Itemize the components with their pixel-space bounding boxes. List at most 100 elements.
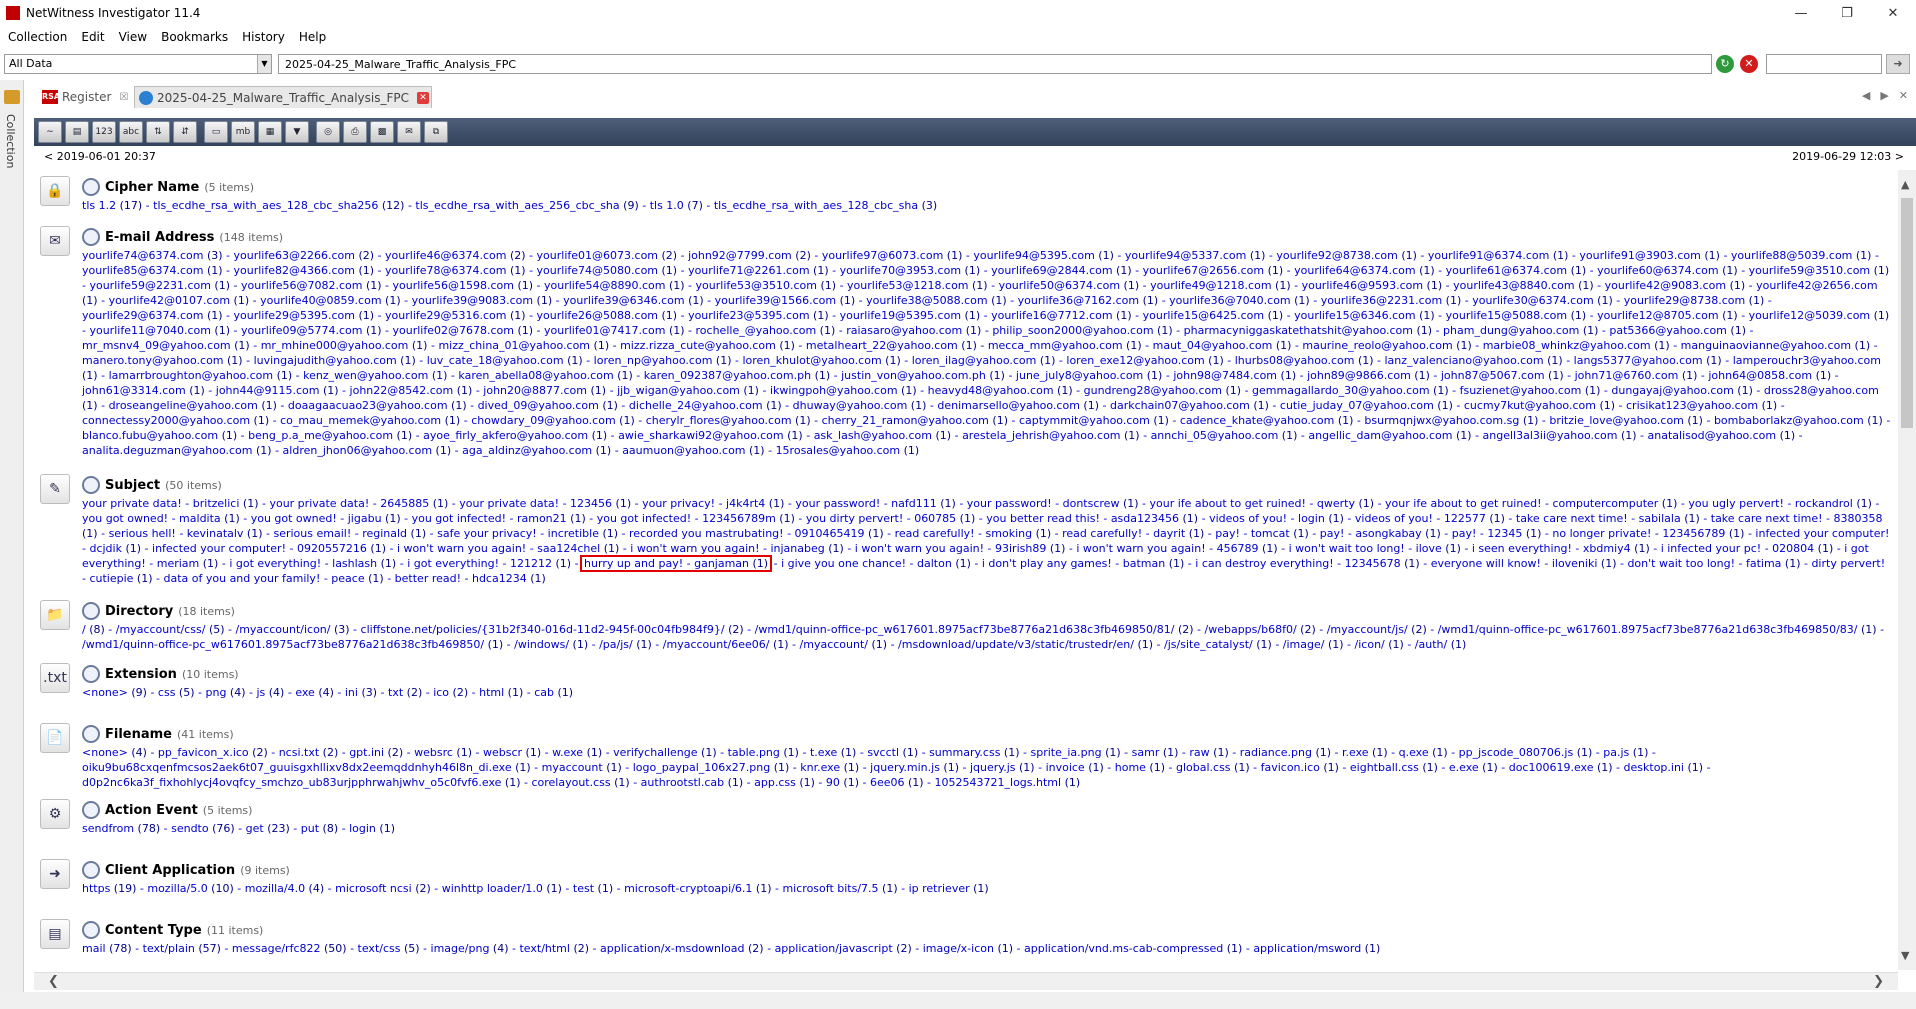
text-icon[interactable]: abc: [119, 121, 143, 143]
meta-value[interactable]: hurry up and pay! - ganjaman (1): [580, 555, 773, 572]
meta-value-text[interactable]: read carefully! - dayrit: [1062, 527, 1185, 540]
meta-value-text[interactable]: doaagaacuao23@yahoo.com: [288, 399, 448, 412]
meta-value-text[interactable]: microsoft bits/7.5: [782, 882, 878, 895]
meta-value[interactable]: yourlife69@2844.com (1): [991, 264, 1132, 277]
meta-value-text[interactable]: serious email! - reginald: [273, 527, 407, 540]
meta-value-text[interactable]: cadence_khate@yahoo.com: [1180, 414, 1334, 427]
meta-value[interactable]: yourlife74@5080.com (1): [537, 264, 678, 277]
meta-value-text[interactable]: mr_mhine000@yahoo.com: [261, 339, 409, 352]
meta-value[interactable]: mozilla/5.0 (10): [147, 882, 233, 895]
meta-value-text[interactable]: your privacy! - j4k4rt4: [642, 497, 765, 510]
meta-value[interactable]: get (23): [246, 822, 290, 835]
meta-value-text[interactable]: john98@7484.com: [1173, 369, 1277, 382]
section-header[interactable]: Directory (18 items): [82, 602, 235, 620]
meta-value-text[interactable]: /wmd1/quinn-office-pc_w617601.8975acf73b…: [82, 638, 484, 651]
meta-value-text[interactable]: table.png: [728, 746, 780, 759]
meta-value[interactable]: take care next time! - sabilala (1): [1516, 512, 1700, 525]
meta-value-text[interactable]: /myaccount/6ee06/: [663, 638, 770, 651]
meta-value-text[interactable]: ask_lash@yahoo.com: [814, 429, 932, 442]
meta-value[interactable]: pharmacyniggaskatethatshit@yahoo.com (1): [1184, 324, 1432, 337]
meta-value-text[interactable]: dhuway@yahoo.com: [793, 399, 908, 412]
meta-value[interactable]: yourlife60@6374.com (1): [1597, 264, 1738, 277]
meta-value[interactable]: cab (1): [534, 686, 573, 699]
meta-value-text[interactable]: you got infected! - 123456789m: [597, 512, 776, 525]
meta-value[interactable]: svcctl (1): [867, 746, 918, 759]
meta-value-text[interactable]: /windows/: [514, 638, 569, 651]
meta-value-text[interactable]: take care next time! - sabilala: [1516, 512, 1681, 525]
meta-value-text[interactable]: ncsi.txt: [279, 746, 319, 759]
meta-value[interactable]: your password! - nafd111 (1): [795, 497, 955, 510]
export-icon[interactable]: ✉: [397, 121, 421, 143]
meta-value[interactable]: eightball.css (1): [1350, 761, 1438, 774]
meta-value[interactable]: john22@8542.com (1): [350, 384, 473, 397]
meta-value-text[interactable]: yourlife85@6374.com: [82, 264, 203, 277]
meta-value-text[interactable]: jquery.js: [970, 761, 1016, 774]
meta-value-text[interactable]: lhurbs08@yahoo.com: [1235, 354, 1355, 367]
meta-value-text[interactable]: yourlife36@2231.com: [1321, 294, 1442, 307]
magnify-icon[interactable]: [82, 921, 100, 939]
meta-value-text[interactable]: dross28@yahoo.com: [1764, 384, 1879, 397]
menu-collection[interactable]: Collection: [8, 30, 67, 44]
meta-value-text[interactable]: i can destroy everything! - 12345678: [1195, 557, 1400, 570]
meta-value-text[interactable]: kenz_wen@yahoo.com: [303, 369, 428, 382]
meta-value[interactable]: raw (1): [1189, 746, 1228, 759]
meta-value-text[interactable]: yourlife67@2656.com: [1143, 264, 1264, 277]
meta-value-text[interactable]: exe: [295, 686, 315, 699]
meta-value[interactable]: /myaccount/css/ (5): [116, 623, 225, 636]
meta-value-text[interactable]: text/plain: [143, 942, 195, 955]
meta-value-text[interactable]: i infected your pc! - 020804: [1661, 542, 1814, 555]
meta-value-text[interactable]: aga_aldinz@yahoo.com: [462, 444, 592, 457]
horizontal-scrollbar[interactable]: ❮ ❯: [34, 972, 1898, 990]
meta-value-text[interactable]: oiku9bu68cxqenfmcsos2aek6t07_guuisgxhlli…: [82, 761, 512, 774]
sidebar-label[interactable]: Collection: [4, 114, 17, 168]
numeric-icon[interactable]: 123: [92, 121, 116, 143]
meta-value-text[interactable]: yourlife11@7040.com: [89, 324, 210, 337]
meta-value[interactable]: cutie_juday_07@yahoo.com (1): [1280, 399, 1453, 412]
meta-value[interactable]: app.css (1): [754, 776, 815, 789]
section-header[interactable]: Action Event (5 items): [82, 801, 252, 819]
meta-value-text[interactable]: john71@6760.com: [1575, 369, 1679, 382]
meta-value-text[interactable]: webscr: [483, 746, 522, 759]
meta-value-text[interactable]: global.css: [1176, 761, 1231, 774]
meta-value-text[interactable]: yourlife59@2231.com: [89, 279, 210, 292]
meta-value[interactable]: john98@7484.com (1): [1173, 369, 1296, 382]
meta-value[interactable]: 90 (1): [826, 776, 859, 789]
meta-value-text[interactable]: your password! - nafd111: [795, 497, 936, 510]
meta-value-text[interactable]: serious hell! - kevinatalv: [109, 527, 244, 540]
meta-value[interactable]: videos of you! - login (1): [1209, 512, 1344, 525]
meta-value-text[interactable]: put: [301, 822, 319, 835]
meta-value[interactable]: your ife about to get ruined! - computer…: [1385, 497, 1677, 510]
meta-value-text[interactable]: cherry_21_ramon@yahoo.com: [822, 414, 989, 427]
meta-value-text[interactable]: https: [82, 882, 110, 895]
meta-value[interactable]: yourlife88@5039.com (1): [1731, 249, 1872, 262]
meta-value-text[interactable]: loren_ilag@yahoo.com: [912, 354, 1037, 367]
meta-value[interactable]: yourlife43@8840.com (1): [1453, 279, 1594, 292]
meta-value-text[interactable]: cliffstone.net/policies/{31b2f340-016d-1…: [361, 623, 725, 636]
meta-value[interactable]: /wmd1/quinn-office-pc_w617601.8975acf73b…: [82, 638, 503, 651]
meta-value-text[interactable]: 15rosales@yahoo.com: [776, 444, 901, 457]
meta-value[interactable]: your password! - dontscrew (1): [967, 497, 1139, 510]
meta-value-text[interactable]: mr_msnv4_09@yahoo.com: [82, 339, 231, 352]
meta-value[interactable]: cucmy7kut@yahoo.com (1): [1464, 399, 1615, 412]
meta-value-text[interactable]: i got everything! - 121212: [407, 557, 552, 570]
meta-value-text[interactable]: yourlife53@3510.com: [696, 279, 817, 292]
meta-value-text[interactable]: loren_exe12@yahoo.com: [1066, 354, 1204, 367]
meta-value-text[interactable]: yourlife78@6374.com: [385, 264, 506, 277]
meta-value-text[interactable]: raw: [1189, 746, 1209, 759]
meta-value-text[interactable]: yourlife74@6374.com: [82, 249, 203, 262]
meta-value[interactable]: put (8): [301, 822, 338, 835]
meta-value[interactable]: justin_von@yahoo.com.ph (1): [841, 369, 1005, 382]
meta-value[interactable]: winhttp loader/1.0 (1): [442, 882, 562, 895]
meta-value[interactable]: lanz_valenciano@yahoo.com (1): [1385, 354, 1563, 367]
meta-value[interactable]: awie_sharkawi92@yahoo.com (1): [618, 429, 803, 442]
meta-value-text[interactable]: yourlife36@7040.com: [1169, 294, 1290, 307]
meta-value[interactable]: i won't warn you again! - 456789 (1): [1076, 542, 1277, 555]
meta-value-text[interactable]: pay! - 12345: [1452, 527, 1523, 540]
meta-value-text[interactable]: image/png: [431, 942, 490, 955]
meta-value-text[interactable]: /auth/: [1415, 638, 1447, 651]
meta-value[interactable]: test (1): [573, 882, 613, 895]
meta-value-text[interactable]: dichelle_24@yahoo.com: [629, 399, 763, 412]
meta-value[interactable]: webscr (1): [483, 746, 541, 759]
meta-value[interactable]: blanco.fubu@yahoo.com (1): [82, 429, 237, 442]
collection-select[interactable]: All Data ▼: [4, 54, 272, 74]
